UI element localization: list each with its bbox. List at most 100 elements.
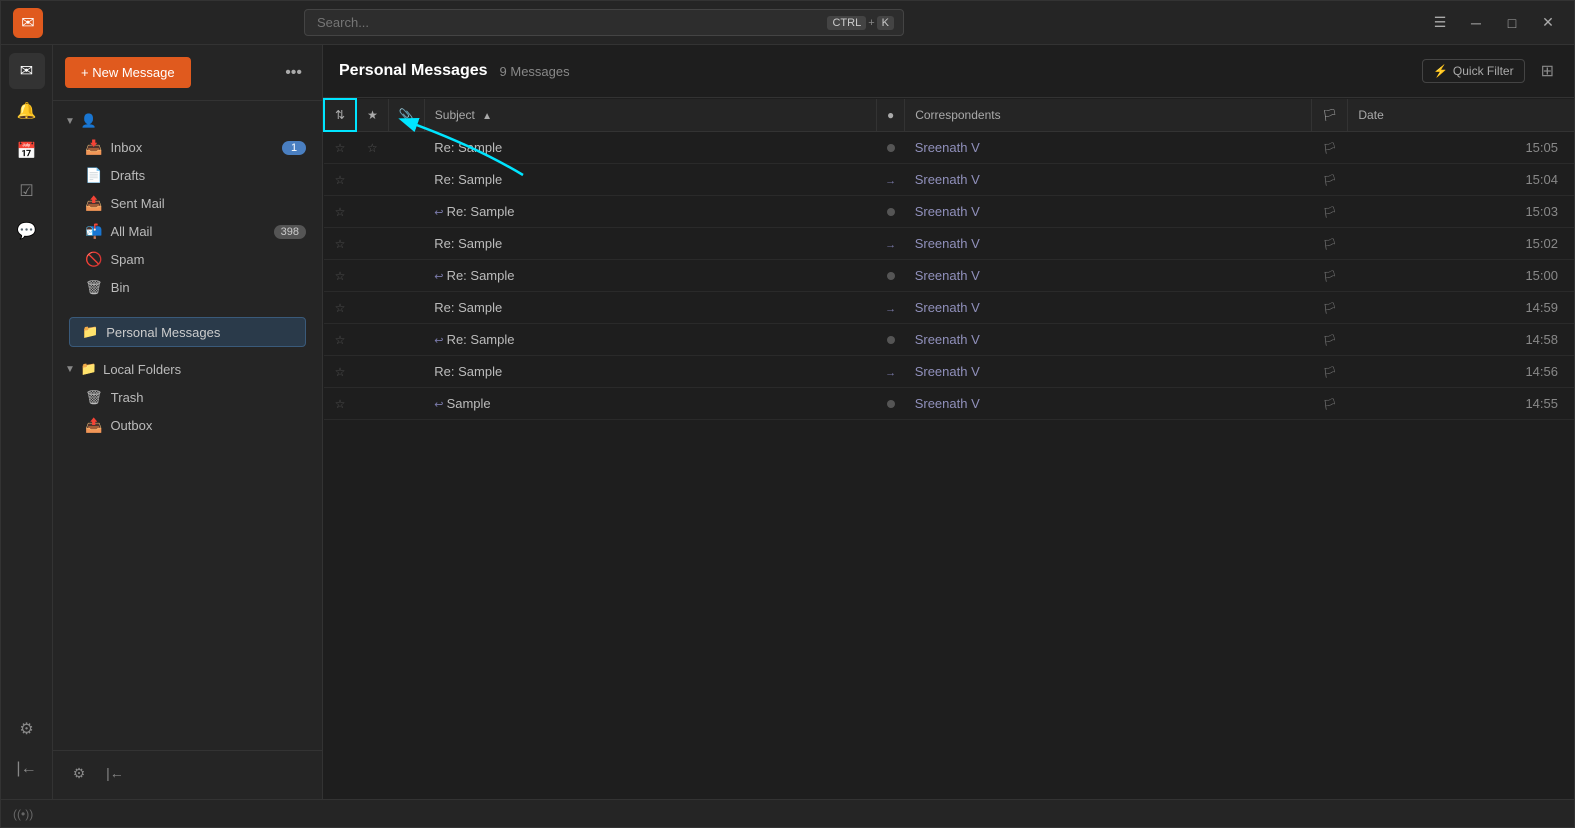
sidebar-item-mail[interactable]: ✉ [9,53,45,89]
correspondent-cell: Sreenath V [905,164,1312,196]
folder-item-outbox[interactable]: 📤 Outbox [57,412,318,439]
columns-button[interactable]: ⊞ [1537,57,1558,85]
folder-tree: ▼ 👤 📥 Inbox 1 📄 Drafts 📤 Sent Mail [53,101,322,750]
sidebar-item-collapse[interactable]: |← [9,751,45,787]
sidebar-item-chat[interactable]: 💬 [9,213,45,249]
sidebar-item-settings[interactable]: ⚙ [9,711,45,747]
correspondent-cell: Sreenath V [905,388,1312,420]
minimize-button[interactable]: ─ [1462,9,1490,37]
star-empty-icon: ☆ [335,269,346,283]
menu-button[interactable]: ☰ [1426,9,1454,37]
trash-label: Trash [111,390,306,405]
folder-item-trash[interactable]: 🗑 Trash [57,384,318,411]
date-cell: 15:02 [1348,228,1574,260]
subject-cell: ↩ Sample [424,388,876,420]
correspondent-cell: Sreenath V [905,131,1312,164]
new-message-bar: + New Message ••• [53,45,322,101]
icon-sidebar: ✉ 🔔 📅 ☑ 💬 ⚙ |← [1,45,53,799]
table-row[interactable]: ☆ Re: Sample → Sreenath V 🏳 14:59 [324,292,1574,324]
thread-icon: 🏳 [1323,207,1337,219]
folder-item-allmail[interactable]: 📬 All Mail 398 [57,218,318,245]
th-attachment[interactable]: 📎 [388,99,424,131]
status-dot [887,208,895,216]
table-row[interactable]: ☆ Re: Sample → Sreenath V 🏳 14:56 [324,356,1574,388]
thread-icon: 🏳 [1323,271,1337,283]
table-row[interactable]: ☆ ☆ Re: Sample Sreenath V 🏳 15:05 [324,131,1574,164]
star-icon: ☆ [367,141,378,155]
outbox-label: Outbox [110,418,306,433]
folder-item-inbox[interactable]: 📥 Inbox 1 [57,134,318,161]
sidebar-item-bell[interactable]: 🔔 [9,93,45,129]
right-panel: Personal Messages 9 Messages ⚡ Quick Fil… [323,45,1574,799]
k-key: K [877,16,894,30]
table-row[interactable]: ☆ ↩ Re: Sample Sreenath V 🏳 15:00 [324,260,1574,292]
app-logo-icon: ✉ [21,13,34,33]
correspondent-cell: Sreenath V [905,228,1312,260]
folder-item-sent[interactable]: 📤 Sent Mail [57,190,318,217]
th-status[interactable]: ● [876,99,904,131]
account-icon: 👤 [81,113,97,129]
status-dot [887,336,895,344]
th-subject[interactable]: Subject ▲ [424,99,876,131]
settings-button[interactable]: ⚙ [65,759,93,787]
messages-table: ⇅ ★ 📎 Subject ▲ ● Correspondents 🏳 Date [323,98,1574,420]
account-header[interactable]: ▼ 👤 [53,109,322,133]
thread-icon: 🏳 [1323,303,1337,315]
th-correspondents[interactable]: Correspondents [905,99,1312,131]
sidebar-item-tasks[interactable]: ☑ [9,173,45,209]
th-date[interactable]: Date [1348,99,1574,131]
table-row[interactable]: ☆ Re: Sample → Sreenath V 🏳 15:02 [324,228,1574,260]
bin-icon: 🗑 [85,279,103,296]
close-button[interactable]: ✕ [1534,9,1562,37]
arrow-right-icon: → [885,367,896,379]
messages-title: Personal Messages [339,62,488,80]
thread-icon: 🏳 [1323,399,1337,411]
date-cell: 14:59 [1348,292,1574,324]
search-input[interactable] [304,9,904,36]
spam-label: Spam [110,252,306,267]
table-row[interactable]: ☆ ↩ Sample Sreenath V 🏳 14:55 [324,388,1574,420]
sidebar-item-calendar[interactable]: 📅 [9,133,45,169]
app-logo: ✉ [13,8,43,38]
star-empty-icon: ☆ [335,333,346,347]
quick-filter-label: Quick Filter [1453,64,1514,78]
status-dot [887,400,895,408]
th-flag[interactable]: 🏳 [1312,99,1348,131]
table-row[interactable]: ☆ ↩ Re: Sample Sreenath V 🏳 14:58 [324,324,1574,356]
maximize-button[interactable]: □ [1498,9,1526,37]
star-empty-icon: ☆ [335,301,346,315]
date-cell: 15:00 [1348,260,1574,292]
new-message-button[interactable]: + New Message [65,57,191,88]
expand-arrow-icon: ▼ [65,116,75,127]
collapse-button[interactable]: |← [101,759,129,787]
folder-item-drafts[interactable]: 📄 Drafts [57,162,318,189]
more-options-button[interactable]: ••• [277,60,310,86]
quick-filter-button[interactable]: ⚡ Quick Filter [1422,59,1525,83]
th-thread[interactable]: ⇅ [324,99,356,131]
subject-cell: Re: Sample [424,228,876,260]
sent-label: Sent Mail [110,196,306,211]
allmail-label: All Mail [110,224,265,239]
spam-icon: 🚫 [85,251,102,268]
correspondent-cell: Sreenath V [905,196,1312,228]
arrow-right-icon: → [885,175,896,187]
folder-item-bin[interactable]: 🗑 Bin [57,274,318,301]
left-panel: + New Message ••• ▼ 👤 📥 Inbox 1 📄 [53,45,323,799]
messages-tbody: ☆ ☆ Re: Sample Sreenath V 🏳 15:05 ☆ [324,131,1574,420]
date-cell: 14:58 [1348,324,1574,356]
local-folders-header[interactable]: ▼ 📁 Local Folders [53,355,322,383]
allmail-icon: 📬 [85,223,102,240]
thread-icon: 🏳 [1323,335,1337,347]
drafts-label: Drafts [110,168,306,183]
subject-cell: Re: Sample [424,356,876,388]
subject-cell: ↩ Re: Sample [424,196,876,228]
local-folders-label: Local Folders [103,362,181,377]
personal-messages-item[interactable]: 📁 Personal Messages [69,317,306,347]
thread-icon: 🏳 [1323,239,1337,251]
table-row[interactable]: ☆ ↩ Re: Sample Sreenath V 🏳 15:03 [324,196,1574,228]
date-cell: 15:03 [1348,196,1574,228]
folder-item-spam[interactable]: 🚫 Spam [57,246,318,273]
date-cell: 14:55 [1348,388,1574,420]
th-star[interactable]: ★ [356,99,388,131]
table-row[interactable]: ☆ Re: Sample → Sreenath V 🏳 15:04 [324,164,1574,196]
